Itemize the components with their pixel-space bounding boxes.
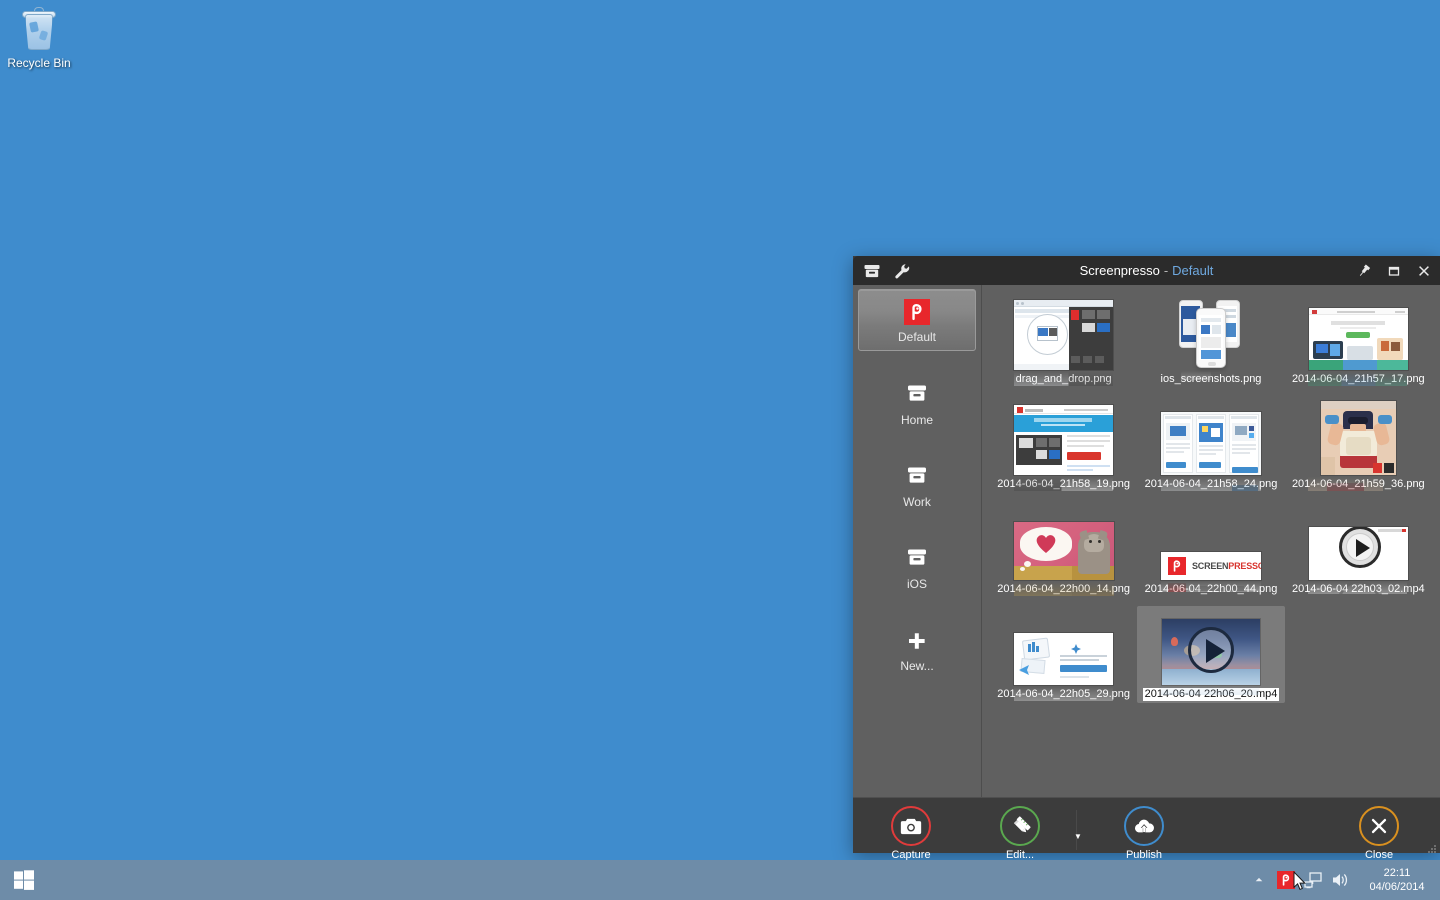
thumbnail-reflection: [1013, 685, 1113, 701]
wrench-icon[interactable]: [893, 262, 911, 280]
system-tray[interactable]: 22:11 04/06/2014: [1250, 860, 1440, 900]
folder-icon: [858, 380, 976, 410]
thumbnail-reflection: [1160, 475, 1261, 491]
thumbnail-item[interactable]: ios_screenshots.png: [1137, 291, 1284, 388]
window-title-app: Screenpresso: [1079, 263, 1160, 278]
thumbnail-reflection: [1013, 475, 1113, 491]
action-toolbar: Capture Edit... ▼ Publish Close: [853, 797, 1440, 861]
taskbar-clock[interactable]: 22:11 04/06/2014: [1362, 866, 1432, 894]
edit-button[interactable]: Edit...: [977, 806, 1063, 862]
thumbnail-item[interactable]: 2014-06-04_21h58_19.png: [990, 396, 1137, 493]
thumbnail-item[interactable]: 2014-06-04_21h57_17.png: [1285, 291, 1432, 388]
window-titlebar[interactable]: Screenpresso - Default: [853, 256, 1440, 285]
resize-grip[interactable]: [1428, 841, 1437, 853]
window-title-folder: Default: [1172, 263, 1214, 278]
thumbnail-image: [1320, 401, 1396, 475]
sidebar-item-home[interactable]: Home: [858, 373, 976, 433]
thumbnail-reflection: [1308, 475, 1384, 491]
camera-icon: [891, 806, 931, 846]
clock-time: 22:11: [1383, 867, 1411, 879]
network-icon[interactable]: [1304, 871, 1322, 889]
thumbnail-item[interactable]: drag_and_drop.png: [990, 291, 1137, 388]
thumbnail-image: [1308, 527, 1408, 580]
desktop[interactable]: Recycle Bin Screenpresso - Default Defau…: [0, 0, 1440, 900]
thumbnail-image: [1013, 522, 1114, 580]
thumbnail-item-selected[interactable]: 2014-06-04 22h06_20.mp4: [1137, 606, 1285, 703]
thumbnail-reflection: [1013, 370, 1113, 386]
thumbnail-item[interactable]: SCREENPRESSO 2014-06-04_22h00_44.png: [1137, 501, 1284, 598]
sidebar-item-default[interactable]: Default: [858, 289, 976, 351]
cloud-upload-icon: [1124, 806, 1164, 846]
recycle-bin-icon: [15, 6, 63, 54]
sidebar-item-ios[interactable]: iOS: [858, 537, 976, 597]
screenpresso-window[interactable]: Screenpresso - Default Default Home Work…: [853, 256, 1440, 861]
toolbar-divider: [1076, 810, 1077, 850]
publish-button[interactable]: Publish: [1101, 806, 1187, 862]
capture-button[interactable]: Capture: [868, 806, 954, 862]
thumbnail-reflection: [1160, 685, 1259, 695]
thumbnail-image: [1160, 412, 1261, 475]
thumbnail-reflection: [1161, 370, 1231, 380]
plus-icon: [858, 626, 976, 656]
sidebar-item-label: Home: [900, 413, 933, 427]
edit-dropdown-button[interactable]: ▼: [1071, 831, 1085, 843]
chevron-down-icon: ▼: [1074, 832, 1082, 841]
restore-icon[interactable]: [1386, 263, 1402, 279]
thumbnail-image: [1014, 300, 1114, 370]
thumbnail-item[interactable]: 2014-06-04_22h05_29.png: [990, 606, 1137, 703]
thumbnail-image: [1014, 633, 1114, 685]
thumbnail-item[interactable]: 2014-06-04_21h58_24.png: [1137, 396, 1284, 493]
thumbnail-item[interactable]: 2014-06-04 22h03_02.mp4: [1285, 501, 1432, 598]
close-button[interactable]: Close: [1336, 806, 1422, 862]
archive-box-icon[interactable]: [863, 262, 881, 280]
close-icon[interactable]: [1416, 263, 1432, 279]
sidebar-item-work[interactable]: Work: [858, 455, 976, 515]
thumbnail-image: [1308, 308, 1408, 370]
taskbar[interactable]: 22:11 04/06/2014: [0, 860, 1440, 900]
sidebar-item-label: Default: [897, 330, 937, 344]
window-title-separator: -: [1163, 263, 1169, 278]
sidebar-item-label: Work: [903, 495, 931, 509]
thumbnail-reflection: [1308, 370, 1408, 386]
thumbnail-pane[interactable]: drag_and_drop.png: [982, 285, 1440, 797]
sidebar-item-label: New...: [900, 659, 934, 673]
thumbnail-image: [1014, 405, 1114, 475]
thumbnail-item[interactable]: 2014-06-04_21h59_36.png: [1285, 396, 1432, 493]
thumbnail-reflection: [1013, 580, 1114, 596]
folder-sidebar[interactable]: Default Home Work iOS New...: [853, 285, 982, 797]
window-title: Screenpresso - Default: [853, 256, 1440, 285]
desktop-icon-label: Recycle Bin: [7, 56, 71, 70]
thumbnail-image: SCREENPRESSO: [1160, 552, 1261, 580]
thumbnail-item[interactable]: 2014-06-04_22h00_14.png: [990, 501, 1137, 598]
desktop-icon-recycle-bin[interactable]: Recycle Bin: [4, 6, 74, 70]
thumbnail-reflection: [1308, 580, 1408, 594]
sidebar-item-new[interactable]: New...: [858, 619, 976, 679]
folder-icon: [858, 544, 976, 574]
volume-icon[interactable]: [1331, 871, 1349, 889]
thumbnail-image: [1176, 298, 1246, 370]
sidebar-item-label: iOS: [906, 577, 927, 591]
start-button[interactable]: [0, 860, 48, 900]
close-x-icon: [1359, 806, 1399, 846]
thumbnail-image: [1161, 619, 1260, 685]
thumbnail-grid: drag_and_drop.png: [990, 291, 1432, 703]
screenpresso-tray-icon[interactable]: [1277, 871, 1295, 889]
pencil-ruler-icon: [1000, 806, 1040, 846]
pin-icon[interactable]: [1356, 263, 1372, 279]
folder-icon: [858, 462, 976, 492]
thumbnail-reflection: [1160, 580, 1261, 592]
show-hidden-icons-button[interactable]: [1250, 871, 1268, 889]
clock-date: 04/06/2014: [1369, 881, 1425, 893]
screenpresso-logo-icon: [859, 297, 975, 327]
